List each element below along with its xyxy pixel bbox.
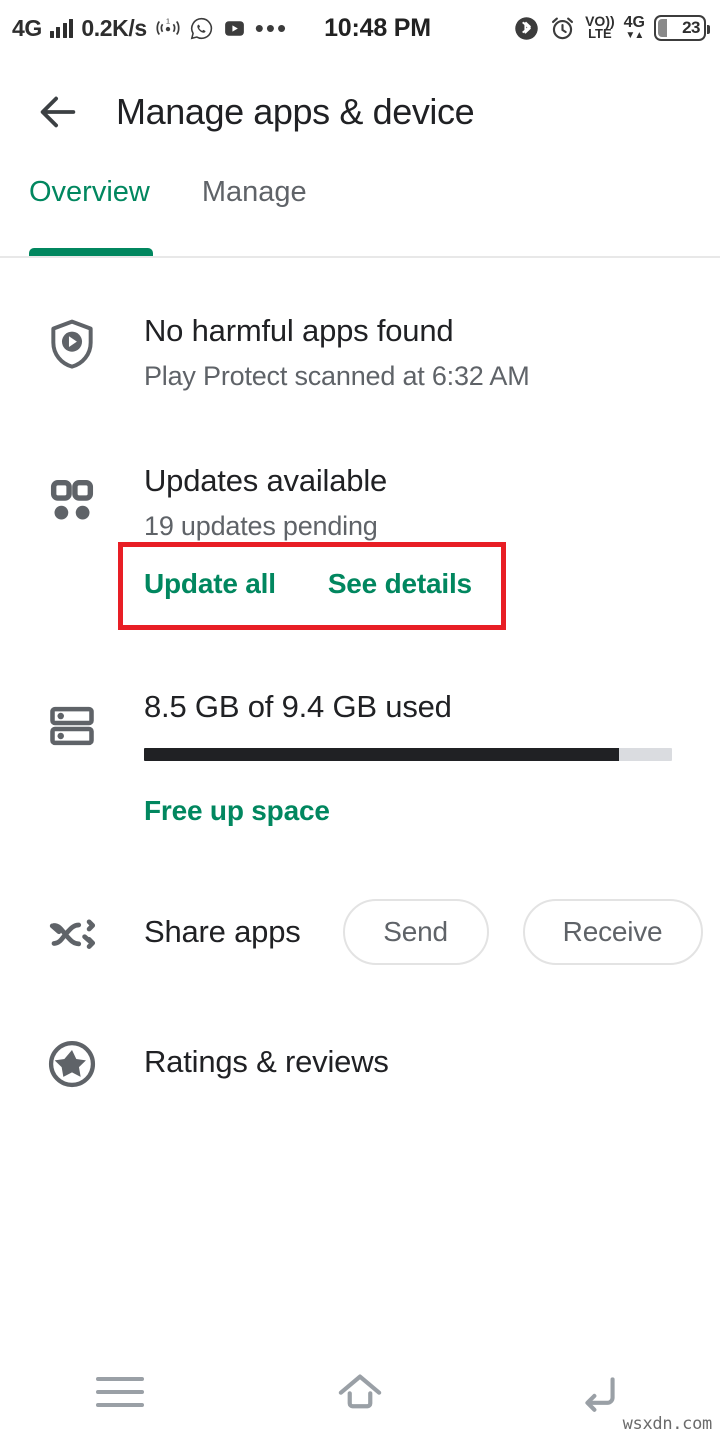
page-title: Manage apps & device bbox=[116, 91, 475, 132]
signal-bars-icon bbox=[49, 18, 74, 38]
row-play-protect[interactable]: No harmful apps found Play Protect scann… bbox=[0, 312, 720, 392]
apps-grid-icon bbox=[34, 462, 110, 600]
status-bar-clock: 10:48 PM bbox=[324, 13, 431, 42]
storage-progress-used bbox=[144, 748, 620, 762]
menu-recents-icon[interactable] bbox=[0, 1377, 240, 1407]
site-watermark: wsxdn.com bbox=[622, 1414, 713, 1434]
mobile-data-label: 4G bbox=[623, 14, 645, 32]
status-bar-center: 10:48 PM bbox=[288, 14, 513, 43]
volte-indicator: VO)) LTE bbox=[585, 14, 615, 42]
data-rate-label: 0.2K/s bbox=[81, 14, 147, 41]
battery-icon: 23 bbox=[654, 15, 710, 41]
play-protect-subtitle: Play Protect scanned at 6:32 AM bbox=[144, 360, 530, 391]
app-bar: Manage apps & device bbox=[0, 56, 720, 168]
battery-fill bbox=[658, 19, 667, 37]
ratings-reviews-title: Ratings & reviews bbox=[144, 1043, 389, 1079]
storage-progress-bar bbox=[144, 748, 672, 762]
hotspot-icon: 1 bbox=[155, 15, 181, 41]
tab-bar: Overview Manage bbox=[0, 168, 720, 258]
storage-icon bbox=[34, 688, 110, 828]
status-bar-left: 4G 0.2K/s 1 ••• bbox=[12, 15, 288, 41]
updates-subtitle: 19 updates pending bbox=[144, 510, 378, 541]
storage-body: 8.5 GB of 9.4 GB used Free up space bbox=[110, 688, 720, 828]
row-updates: Updates available 19 updates pending Upd… bbox=[0, 462, 720, 600]
receive-button[interactable]: Receive bbox=[522, 899, 703, 966]
share-apps-title: Share apps bbox=[144, 913, 301, 949]
overview-content: No harmful apps found Play Protect scann… bbox=[0, 260, 720, 1091]
tab-overview-label: Overview bbox=[29, 176, 150, 208]
youtube-icon bbox=[222, 16, 247, 41]
phone-screen: 4G 0.2K/s 1 ••• 10:48 PM VO)) LTE 4G ▼▲ … bbox=[0, 0, 720, 1440]
tab-manage-label: Manage bbox=[201, 176, 307, 208]
play-protect-title: No harmful apps found bbox=[144, 313, 454, 348]
back-arrow-icon[interactable] bbox=[22, 76, 94, 148]
play-protect-shield-icon bbox=[34, 312, 110, 392]
bluetooth-icon bbox=[513, 15, 540, 42]
system-nav-bar bbox=[0, 1344, 720, 1440]
svg-text:1: 1 bbox=[166, 17, 170, 26]
battery-percent-label: 23 bbox=[682, 18, 700, 37]
updates-title: Updates available bbox=[144, 462, 388, 498]
status-bar-right: VO)) LTE 4G ▼▲ 23 bbox=[513, 14, 710, 42]
data-arrows-icon: ▼▲ bbox=[625, 29, 644, 41]
tab-overview[interactable]: Overview bbox=[29, 168, 153, 256]
more-dots-icon: ••• bbox=[254, 12, 289, 43]
mobile-data-indicator: 4G ▼▲ bbox=[623, 14, 645, 41]
send-button[interactable]: Send bbox=[342, 899, 489, 966]
network-type-label: 4G bbox=[12, 14, 42, 41]
storage-title: 8.5 GB of 9.4 GB used bbox=[144, 688, 452, 724]
share-apps-icon bbox=[34, 903, 110, 961]
volte-bottom-label: LTE bbox=[588, 26, 612, 42]
home-icon[interactable] bbox=[240, 1364, 480, 1420]
update-all-button[interactable]: Update all bbox=[144, 568, 276, 600]
star-circle-icon bbox=[34, 1033, 110, 1091]
row-storage: 8.5 GB of 9.4 GB used Free up space bbox=[0, 688, 720, 828]
row-ratings-reviews[interactable]: Ratings & reviews bbox=[0, 1033, 720, 1091]
updates-body: Updates available 19 updates pending Upd… bbox=[110, 462, 720, 600]
row-share-apps: Share apps Send Receive bbox=[0, 899, 720, 966]
updates-action-links: Update all See details bbox=[144, 568, 690, 600]
status-bar: 4G 0.2K/s 1 ••• 10:48 PM VO)) LTE 4G ▼▲ … bbox=[0, 0, 720, 56]
alarm-clock-icon bbox=[549, 15, 576, 42]
back-nav-icon[interactable] bbox=[480, 1366, 720, 1418]
free-up-space-button[interactable]: Free up space bbox=[144, 795, 690, 827]
tab-active-indicator bbox=[29, 248, 153, 256]
see-details-button[interactable]: See details bbox=[328, 568, 472, 600]
whatsapp-icon bbox=[189, 16, 214, 41]
tab-manage[interactable]: Manage bbox=[202, 168, 307, 256]
play-protect-body: No harmful apps found Play Protect scann… bbox=[110, 312, 720, 392]
